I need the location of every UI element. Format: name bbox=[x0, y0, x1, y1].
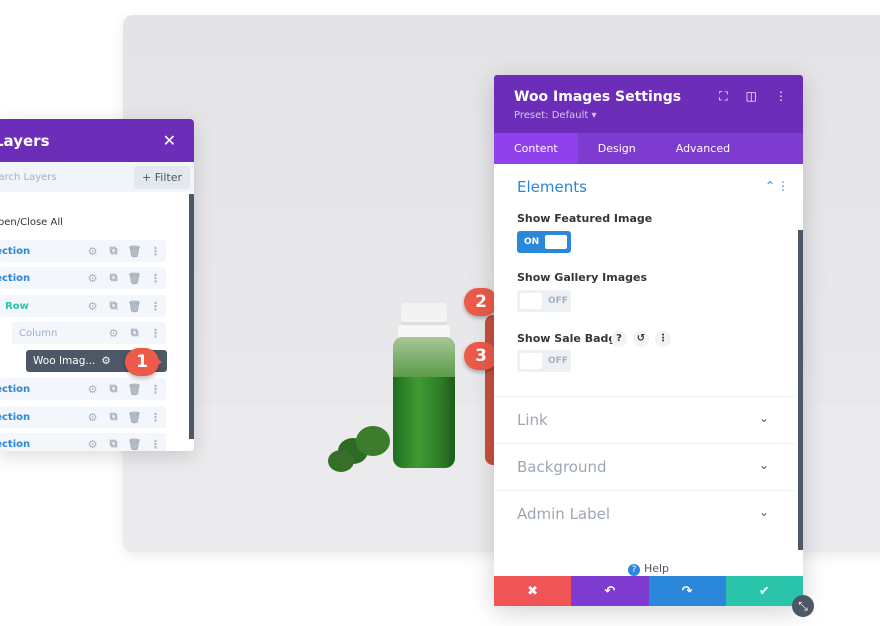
tab-content[interactable]: Content bbox=[494, 133, 578, 164]
more-icon[interactable]: ⋮ bbox=[145, 411, 166, 424]
help-link[interactable]: ? Help bbox=[494, 562, 803, 576]
show-gallery-images-label: Show Gallery Images bbox=[517, 271, 648, 284]
settings-header: Woo Images Settings Preset: Default ▾ ⛶ ◫… bbox=[494, 75, 803, 133]
duplicate-icon[interactable]: ⧉ bbox=[103, 437, 124, 451]
layer-row[interactable]: Section⚙⧉🗑⋮ bbox=[0, 240, 166, 262]
layer-row[interactable]: Section⚙⧉🗑⋮ bbox=[0, 406, 166, 428]
broccoli-image bbox=[328, 420, 398, 475]
gear-icon[interactable]: ⚙ bbox=[82, 272, 103, 285]
duplicate-icon[interactable]: ⧉ bbox=[103, 382, 124, 396]
annotation-badge-2: 2 bbox=[464, 288, 501, 316]
gear-icon[interactable]: ⚙ bbox=[82, 300, 103, 313]
gear-icon[interactable]: ⚙ bbox=[82, 245, 103, 258]
show-featured-image-label: Show Featured Image bbox=[517, 212, 653, 225]
reset-icon[interactable]: ↺ bbox=[633, 331, 649, 347]
more-icon[interactable]: ⋮ bbox=[775, 89, 787, 104]
show-gallery-images-toggle[interactable]: OFF bbox=[517, 290, 571, 312]
layer-row[interactable]: Row ⚙ ⧉ 🗑 ⋮ bbox=[0, 295, 166, 317]
search-layers-input[interactable]: Search Layers bbox=[0, 172, 57, 183]
trash-icon[interactable]: 🗑 bbox=[124, 272, 145, 285]
chevron-down-icon: ⌄ bbox=[758, 411, 769, 425]
gear-icon[interactable]: ⚙ bbox=[82, 438, 103, 451]
more-icon[interactable]: ⋮ bbox=[145, 438, 166, 451]
duplicate-icon[interactable]: ⧉ bbox=[124, 326, 145, 340]
preset-dropdown[interactable]: Preset: Default ▾ bbox=[514, 110, 783, 121]
cancel-button[interactable]: ✖ bbox=[494, 576, 572, 606]
layer-row[interactable]: Column ⚙ ⧉ ⋮ bbox=[12, 322, 166, 344]
tab-advanced[interactable]: Advanced bbox=[656, 133, 750, 164]
gear-icon[interactable]: ⚙ bbox=[82, 383, 103, 396]
duplicate-icon[interactable]: ⧉ bbox=[103, 410, 124, 424]
help-icon: ? bbox=[627, 564, 640, 576]
settings-scrollbar[interactable] bbox=[798, 230, 803, 550]
duplicate-icon[interactable]: ⧉ bbox=[103, 244, 124, 258]
trash-icon[interactable]: 🗑 bbox=[124, 438, 145, 451]
layer-row[interactable]: Section⚙⧉🗑⋮ bbox=[0, 378, 166, 400]
gear-icon[interactable]: ⚙ bbox=[82, 411, 103, 424]
gear-icon[interactable]: ⚙ bbox=[103, 327, 124, 340]
action-bar: ✖ ↶ ↷ ✔ bbox=[494, 576, 803, 606]
more-icon[interactable]: ⋮ bbox=[145, 383, 166, 396]
tab-design[interactable]: Design bbox=[578, 133, 656, 164]
more-icon[interactable]: ⋮ bbox=[145, 327, 166, 340]
more-icon[interactable]: ⋮ bbox=[777, 179, 789, 193]
gear-icon[interactable]: ⚙ bbox=[101, 355, 110, 367]
link-section[interactable]: Link ⌄ bbox=[494, 396, 795, 443]
show-featured-image-toggle[interactable]: ON bbox=[517, 231, 571, 253]
annotation-badge-3: 3 bbox=[464, 342, 501, 370]
show-sale-badge-toggle[interactable]: OFF bbox=[517, 350, 571, 372]
open-close-all-link[interactable]: Open/Close All bbox=[0, 217, 63, 228]
fullscreen-icon[interactable]: ⛶ bbox=[719, 89, 727, 104]
annotation-badge-1: 1 bbox=[125, 348, 162, 376]
trash-icon[interactable]: 🗑 bbox=[124, 411, 145, 424]
more-icon[interactable]: ⋮ bbox=[655, 331, 671, 347]
redo-button[interactable]: ↷ bbox=[648, 576, 726, 606]
trash-icon[interactable]: 🗑 bbox=[124, 383, 145, 396]
chevron-down-icon: ⌄ bbox=[758, 458, 769, 472]
split-view-icon[interactable]: ◫ bbox=[746, 89, 757, 104]
help-icon[interactable]: ? bbox=[611, 331, 627, 347]
settings-panel: Woo Images Settings Preset: Default ▾ ⛶ ◫… bbox=[494, 75, 803, 606]
undo-button[interactable]: ↶ bbox=[571, 576, 649, 606]
trash-icon[interactable]: 🗑 bbox=[124, 245, 145, 258]
more-icon[interactable]: ⋮ bbox=[145, 272, 166, 285]
green-juice-jar bbox=[393, 303, 455, 468]
elements-section-title[interactable]: Elements bbox=[517, 178, 587, 196]
layers-header: Layers ✕ bbox=[0, 119, 194, 162]
admin-label-section[interactable]: Admin Label ⌄ bbox=[494, 490, 795, 537]
settings-tabs: Content Design Advanced bbox=[494, 133, 803, 164]
layers-title: Layers bbox=[0, 131, 50, 150]
trash-icon[interactable]: 🗑 bbox=[124, 300, 145, 313]
resize-handle-icon[interactable]: ⤡ bbox=[792, 595, 814, 617]
save-button[interactable]: ✔ bbox=[725, 576, 803, 606]
layers-scrollbar[interactable] bbox=[189, 194, 194, 439]
layers-panel: Layers ✕ Search Layers + Filter Open/Clo… bbox=[0, 119, 194, 451]
layer-row[interactable]: Section⚙⧉🗑⋮ bbox=[0, 267, 166, 289]
more-icon[interactable]: ⋮ bbox=[145, 300, 166, 313]
duplicate-icon[interactable]: ⧉ bbox=[103, 299, 124, 313]
show-sale-badge-label: Show Sale Badge bbox=[517, 332, 624, 345]
chevron-up-icon[interactable]: ⌃ bbox=[765, 179, 775, 193]
chevron-down-icon: ⌄ bbox=[758, 505, 769, 519]
filter-button[interactable]: + Filter bbox=[134, 165, 190, 189]
close-icon[interactable]: ✕ bbox=[163, 131, 176, 150]
background-section[interactable]: Background ⌄ bbox=[494, 443, 795, 490]
layer-row[interactable]: Section⚙⧉🗑⋮ bbox=[0, 433, 166, 451]
more-icon[interactable]: ⋮ bbox=[145, 245, 166, 258]
duplicate-icon[interactable]: ⧉ bbox=[103, 271, 124, 285]
